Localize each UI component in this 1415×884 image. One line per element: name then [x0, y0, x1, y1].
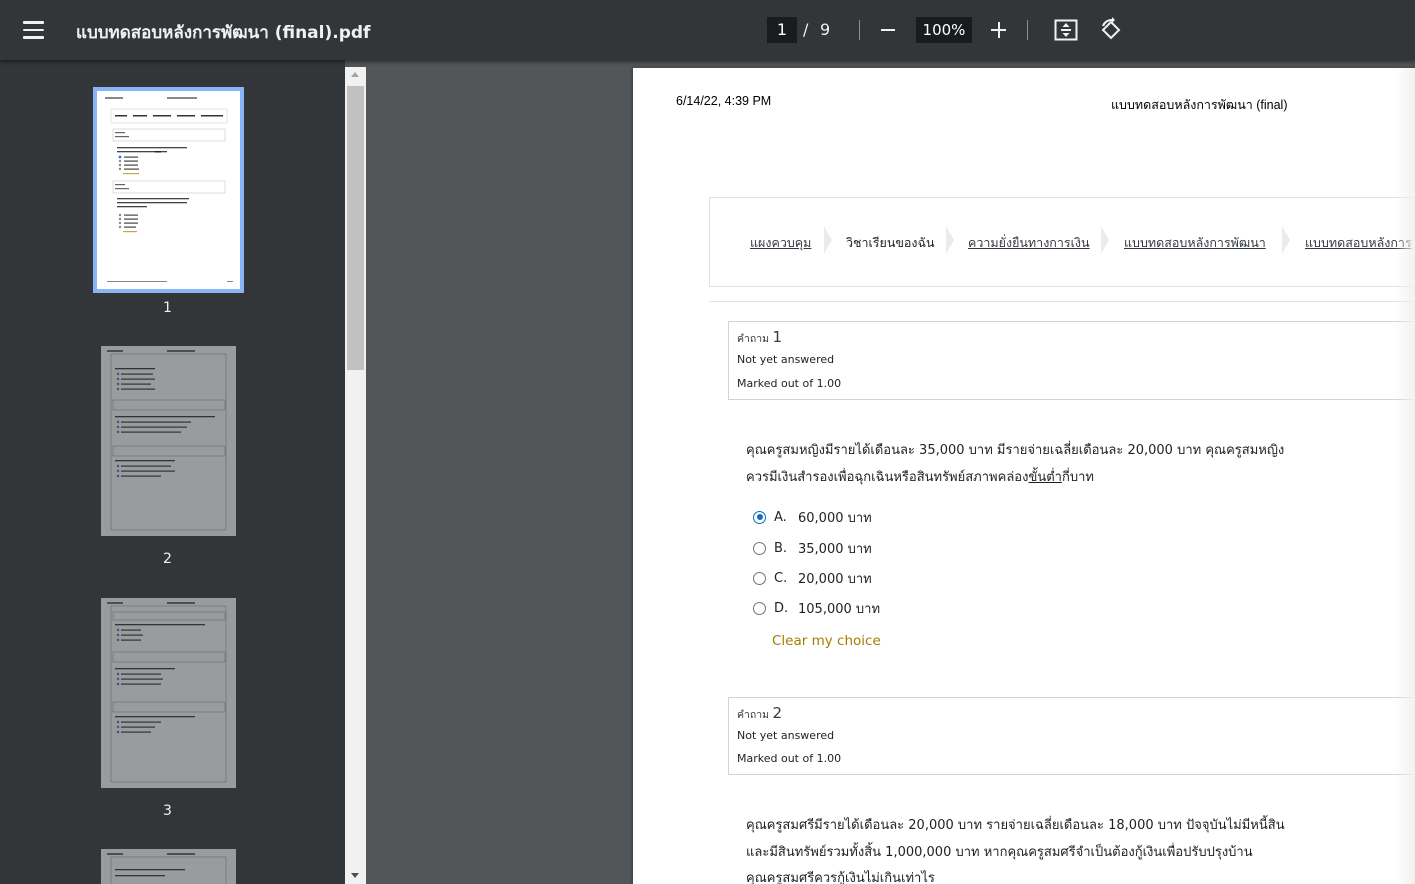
question-text-line: คุณครูสมหญิงมีรายได้เดือนละ 35,000 บาท ม… — [746, 443, 1285, 458]
sidebar-scrollbar[interactable] — [345, 67, 366, 884]
radio-button[interactable] — [753, 571, 766, 585]
answer-option-b[interactable]: B. 35,000 บาท — [753, 539, 872, 557]
breadcrumb-my-courses[interactable]: วิชาเรียนของฉัน — [846, 233, 935, 253]
answer-option-d[interactable]: D. 105,000 บาท — [753, 599, 880, 617]
answer-option-a[interactable]: A. 60,000 บาท — [753, 508, 872, 526]
option-letter: D. — [774, 600, 789, 616]
question-state: Not yet answered — [737, 729, 835, 742]
question-1-text: คุณครูสมหญิงมีรายได้เดือนละ 35,000 บาท ม… — [746, 438, 1306, 491]
breadcrumb-quiz[interactable]: แบบทดสอบหลังการพัฒนา — [1124, 233, 1266, 253]
page-header-title: แบบทดสอบหลังการพัฒนา (final) — [1111, 98, 1288, 112]
breadcrumb-chevron-icon — [1101, 226, 1111, 254]
thumbnail-page-number: 3 — [163, 803, 172, 819]
question-number: 1 — [772, 328, 782, 346]
breadcrumb-course[interactable]: ความยั่งยืนทางการเงิน — [968, 233, 1090, 253]
question-label: คำถาม 1 — [737, 328, 782, 346]
question-number: 2 — [772, 704, 782, 722]
thumbnail-sidebar: 1 2 3 — [0, 60, 345, 884]
page-total: 9 — [820, 20, 831, 39]
question-1-info: คำถาม 1 Not yet answered Marked out of 1… — [728, 321, 1415, 400]
fit-to-page-icon[interactable] — [1054, 19, 1078, 41]
question-2-info: คำถาม 2 Not yet answered Marked out of 1… — [728, 697, 1415, 775]
breadcrumb-chevron-icon — [946, 226, 956, 254]
menu-icon[interactable] — [16, 14, 50, 46]
page-thumbnail-4[interactable] — [101, 849, 236, 884]
scroll-thumb[interactable] — [347, 86, 364, 370]
rotate-icon[interactable] — [1098, 17, 1124, 43]
document-title: แบบทดสอบหลังการพัฒนา (final).pdf — [76, 23, 371, 43]
thumbnail-page-number: 2 — [163, 551, 172, 567]
option-text: 20,000 บาท — [798, 571, 872, 587]
question-state: Not yet answered — [737, 353, 835, 366]
scroll-down-arrow-icon[interactable] — [345, 868, 366, 884]
answer-option-c[interactable]: C. 20,000 บาท — [753, 569, 872, 587]
radio-button[interactable] — [753, 541, 766, 555]
question-label: คำถาม 2 — [737, 704, 782, 722]
question-text-line: ควรมีเงินสำรองเพื่อฉุกเฉินหรือสินทรัพย์ส… — [746, 469, 1094, 485]
breadcrumb-quiz-attempt[interactable]: แบบทดสอบหลังการ — [1305, 233, 1412, 253]
question-2-text: คุณครูสมศรีมีรายได้เดือนละ 20,000 บาท รา… — [746, 813, 1346, 884]
page-thumbnail-3[interactable] — [101, 598, 236, 788]
toolbar: แบบทดสอบหลังการพัฒนา (final).pdf 1 / 9 1… — [0, 0, 1415, 60]
question-text-line: คุณครูสมศรีควรกู้เงินไม่เกินเท่าไร — [746, 871, 935, 884]
pdf-page: 6/14/22, 4:39 PM แบบทดสอบหลังการพัฒนา (f… — [633, 68, 1415, 884]
page-thumbnail-1[interactable] — [93, 87, 244, 293]
zoom-level-input[interactable]: 100% — [916, 17, 972, 43]
breadcrumb-dashboard[interactable]: แผงควบคุม — [750, 233, 811, 253]
zoom-in-button[interactable] — [988, 18, 1010, 42]
page-separator: / — [803, 20, 809, 39]
section-divider — [709, 301, 1415, 302]
page-thumbnail-2[interactable] — [101, 346, 236, 536]
radio-button[interactable] — [753, 601, 766, 615]
thumbnail-page-number: 1 — [163, 300, 172, 316]
clear-choice-link[interactable]: Clear my choice — [772, 633, 881, 649]
option-text: 35,000 บาท — [798, 541, 872, 557]
toolbar-divider — [859, 20, 860, 40]
question-text-line: คุณครูสมศรีมีรายได้เดือนละ 20,000 บาท รา… — [746, 818, 1285, 833]
option-letter: A. — [774, 509, 787, 525]
page-header-date: 6/14/22, 4:39 PM — [676, 94, 772, 108]
radio-button-selected[interactable] — [753, 510, 766, 524]
option-letter: B. — [774, 540, 788, 556]
breadcrumb-chevron-icon — [1282, 226, 1292, 254]
question-marks: Marked out of 1.00 — [737, 377, 842, 390]
scroll-up-arrow-icon[interactable] — [345, 67, 366, 83]
breadcrumb-chevron-icon — [824, 226, 834, 254]
page-number-input[interactable]: 1 — [767, 17, 797, 43]
option-letter: C. — [774, 570, 788, 586]
option-text: 105,000 บาท — [798, 601, 881, 617]
breadcrumb: แผงควบคุม วิชาเรียนของฉัน ความยั่งยืนทาง… — [709, 197, 1415, 287]
toolbar-divider — [1027, 20, 1028, 40]
zoom-out-button[interactable] — [878, 18, 900, 42]
pdf-viewer: แบบทดสอบหลังการพัฒนา (final).pdf 1 / 9 1… — [0, 0, 1415, 884]
option-text: 60,000 บาท — [798, 510, 872, 526]
question-marks: Marked out of 1.00 — [737, 752, 842, 765]
question-text-line: และมีสินทรัพย์รวมทั้งสิ้น 1,000,000 บาท … — [746, 844, 1253, 860]
